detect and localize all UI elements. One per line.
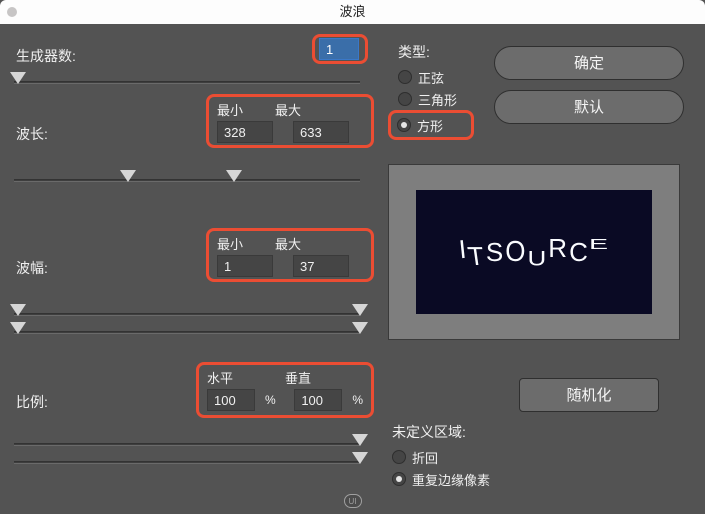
wavelength-min-label: 最小: [217, 100, 243, 119]
amplitude-slider-hi[interactable]: [14, 324, 360, 340]
scale-h-input[interactable]: [207, 389, 255, 411]
type-option-triangle-label: 三角形: [418, 90, 457, 109]
wavelength-slider[interactable]: [14, 172, 360, 188]
preview-frame: ITSOURCE: [388, 164, 680, 340]
generators-label: 生成器数:: [16, 46, 76, 66]
type-option-square[interactable]: 方形: [388, 110, 474, 140]
type-option-triangle[interactable]: 三角形: [398, 88, 457, 110]
title-bar: 波浪: [0, 0, 705, 24]
wavelength-max-label: 最大: [275, 100, 301, 119]
scale-v-label: 垂直: [285, 368, 311, 387]
wavelength-label: 波长:: [16, 124, 48, 144]
amplitude-min-label: 最小: [217, 234, 243, 253]
radio-icon: [397, 118, 411, 132]
scale-slider-a[interactable]: [14, 436, 360, 452]
wavelength-min-input[interactable]: [217, 121, 273, 143]
default-button[interactable]: 默认: [494, 90, 684, 124]
preview-image: ITSOURCE: [416, 190, 652, 314]
scale-h-label: 水平: [207, 368, 233, 387]
undefined-repeat[interactable]: 重复边缘像素: [392, 468, 490, 490]
generators-slider[interactable]: [14, 74, 360, 90]
close-icon[interactable]: [7, 7, 17, 17]
amplitude-label: 波幅:: [16, 258, 48, 278]
generators-input[interactable]: [319, 38, 359, 60]
randomize-button-label: 随机化: [566, 387, 611, 404]
scale-slider-b[interactable]: [14, 454, 360, 470]
amplitude-max-input[interactable]: [293, 255, 349, 277]
type-option-sine[interactable]: 正弦: [398, 66, 457, 88]
percent-label-v: %: [352, 393, 363, 407]
wavelength-max-input[interactable]: [293, 121, 349, 143]
type-label: 类型:: [398, 42, 457, 62]
default-button-label: 默认: [574, 99, 604, 116]
undefined-areas-label: 未定义区域:: [392, 422, 490, 442]
ok-button[interactable]: 确定: [494, 46, 684, 80]
radio-icon: [392, 472, 406, 486]
scale-v-input[interactable]: [294, 389, 342, 411]
randomize-button[interactable]: 随机化: [519, 378, 659, 412]
undefined-wrap-label: 折回: [412, 448, 438, 467]
radio-icon: [398, 92, 412, 106]
dialog-content: 生成器数: 波长: 最小 最大 波幅: 最小 最大: [0, 24, 705, 514]
amplitude-slider-lo[interactable]: [14, 306, 360, 322]
undefined-wrap[interactable]: 折回: [392, 446, 490, 468]
undefined-repeat-label: 重复边缘像素: [412, 470, 490, 489]
radio-icon: [398, 70, 412, 84]
percent-label-h: %: [265, 393, 276, 407]
amplitude-min-input[interactable]: [217, 255, 273, 277]
radio-icon: [392, 450, 406, 464]
type-option-square-label: 方形: [417, 116, 443, 135]
type-option-sine-label: 正弦: [418, 68, 444, 87]
scale-label: 比例:: [16, 392, 48, 412]
amplitude-max-label: 最大: [275, 234, 301, 253]
watermark-icon: UI: [344, 494, 362, 508]
window-title: 波浪: [339, 4, 365, 19]
ok-button-label: 确定: [574, 55, 604, 72]
